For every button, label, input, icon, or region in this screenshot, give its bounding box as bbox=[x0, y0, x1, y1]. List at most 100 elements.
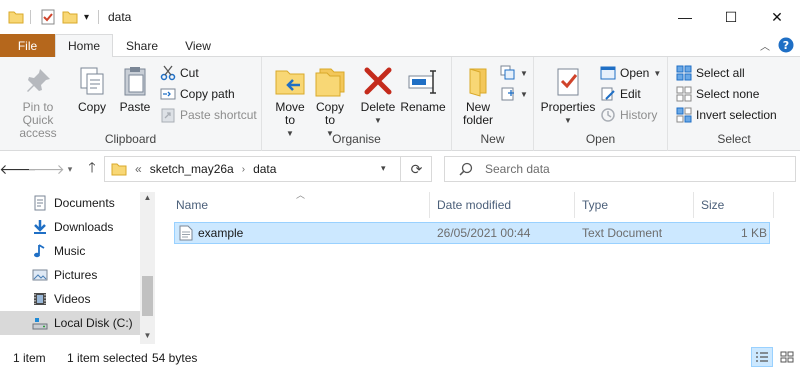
open-group: Properties ▼ Open ▼ Edit History Open bbox=[534, 57, 668, 151]
help-icon[interactable]: ? bbox=[778, 37, 794, 53]
up-arrow-icon[interactable]: 🡑 bbox=[82, 159, 102, 178]
search-box[interactable]: Search data bbox=[444, 156, 796, 182]
ribbon-tab-bar: File Home Share View ︿ ? bbox=[0, 34, 800, 58]
forward-arrow-icon[interactable]: 🡒 bbox=[27, 160, 65, 178]
music-icon bbox=[34, 244, 45, 258]
column-header-type[interactable]: Type bbox=[576, 192, 694, 218]
column-header-size[interactable]: Size bbox=[695, 192, 774, 218]
breadcrumb-data-folder[interactable]: data bbox=[253, 162, 276, 176]
delete-label: Delete bbox=[360, 100, 396, 114]
scrollbar-thumb[interactable] bbox=[142, 276, 153, 316]
nav-item-documents[interactable]: Documents bbox=[0, 191, 140, 215]
new-group: New folder ▼ ▼ New bbox=[452, 57, 534, 151]
table-row[interactable]: example 26/05/2021 00:44 Text Document 1… bbox=[174, 222, 770, 244]
nav-item-local-disk[interactable]: Local Disk (C:) bbox=[0, 311, 140, 335]
scissors-icon bbox=[160, 65, 176, 81]
select-all-button[interactable]: Select all bbox=[676, 63, 745, 83]
file-type: Text Document bbox=[582, 226, 663, 240]
move-to-button[interactable]: Move to ▼ bbox=[270, 65, 310, 140]
rename-label: Rename bbox=[400, 100, 446, 114]
copy-button[interactable]: Copy bbox=[74, 65, 110, 114]
back-arrow-icon[interactable]: 🡐 bbox=[0, 160, 37, 178]
refresh-button[interactable]: ⟳ bbox=[400, 156, 432, 182]
nav-item-label: Music bbox=[54, 244, 86, 258]
nav-item-music[interactable]: Music bbox=[0, 239, 140, 263]
customize-quick-access-chevron-icon[interactable]: ▾ bbox=[84, 8, 89, 26]
delete-x-icon bbox=[364, 67, 392, 95]
breadcrumb-overflow[interactable]: « bbox=[135, 162, 142, 176]
select-none-button[interactable]: Select none bbox=[676, 84, 759, 104]
pin-to-quick-access-button[interactable]: Pin to Quick access bbox=[6, 65, 70, 140]
svg-text:?: ? bbox=[783, 39, 789, 52]
new-folder-button[interactable]: New folder bbox=[460, 65, 496, 127]
properties-quick-icon[interactable] bbox=[40, 8, 56, 26]
close-button[interactable]: ✕ bbox=[754, 0, 800, 34]
organise-group-label: Organise bbox=[332, 132, 381, 146]
new-folder-label: New folder bbox=[462, 100, 494, 127]
recent-locations-chevron-icon[interactable]: ▾ bbox=[60, 160, 80, 178]
rename-button[interactable]: Rename bbox=[400, 65, 446, 114]
properties-label: Properties bbox=[540, 100, 596, 114]
title-separator bbox=[98, 10, 99, 24]
breadcrumb-sketch-folder[interactable]: sketch_may26a bbox=[150, 162, 234, 176]
select-none-label: Select none bbox=[696, 87, 760, 101]
search-placeholder: Search data bbox=[485, 162, 550, 176]
delete-button[interactable]: Delete ▼ bbox=[358, 65, 398, 127]
move-to-label: Move to bbox=[275, 100, 305, 127]
new-folder-quick-icon[interactable] bbox=[62, 8, 78, 26]
paste-shortcut-button[interactable]: Paste shortcut bbox=[160, 105, 257, 125]
tab-home[interactable]: Home bbox=[55, 34, 113, 58]
copy-to-label: Copy to bbox=[315, 100, 344, 127]
open-icon bbox=[600, 66, 616, 80]
details-view-button[interactable] bbox=[751, 347, 773, 367]
address-history-chevron-icon[interactable]: ▾ bbox=[381, 163, 386, 174]
navigation-bar: 🡐 🡒 ▾ 🡑 « sketch_may26a › data ▾ ⟳ Searc… bbox=[0, 151, 800, 187]
open-button[interactable]: Open ▼ bbox=[600, 63, 661, 83]
copy-to-button[interactable]: Copy to ▼ bbox=[312, 65, 348, 140]
properties-button[interactable]: Properties ▼ bbox=[540, 65, 596, 127]
easy-access-button[interactable]: ▼ bbox=[500, 84, 528, 104]
downloads-icon bbox=[34, 220, 46, 234]
chevron-down-icon: ▼ bbox=[374, 116, 382, 125]
tab-share[interactable]: Share bbox=[116, 34, 168, 57]
nav-item-pictures[interactable]: Pictures bbox=[0, 263, 140, 287]
maximize-button[interactable]: ☐ bbox=[708, 0, 754, 34]
new-item-button[interactable]: ▼ bbox=[500, 63, 528, 83]
tab-view[interactable]: View bbox=[172, 34, 224, 57]
navigation-scrollbar[interactable] bbox=[140, 192, 155, 344]
scroll-up-arrow-icon[interactable]: ▲ bbox=[140, 193, 155, 205]
nav-item-label: Downloads bbox=[54, 220, 114, 234]
large-icons-view-icon bbox=[780, 351, 794, 363]
folder-icon[interactable] bbox=[8, 8, 24, 26]
nav-item-downloads[interactable]: Downloads bbox=[0, 215, 140, 239]
cut-button[interactable]: Cut bbox=[160, 63, 199, 83]
folder-icon bbox=[111, 163, 127, 176]
copy-path-button[interactable]: Copy path bbox=[160, 84, 235, 104]
paste-shortcut-icon bbox=[161, 108, 175, 123]
pin-icon bbox=[27, 69, 50, 92]
open-label: Open bbox=[620, 66, 650, 80]
tab-file[interactable]: File bbox=[0, 34, 55, 57]
select-all-icon bbox=[676, 65, 692, 81]
chevron-down-icon: ▼ bbox=[520, 68, 528, 78]
minimize-ribbon-chevron-icon[interactable]: ︿ bbox=[760, 38, 770, 53]
search-icon bbox=[459, 162, 473, 176]
history-button[interactable]: History bbox=[600, 105, 657, 125]
address-bar[interactable]: « sketch_may26a › data ▾ bbox=[104, 156, 432, 182]
paste-button[interactable]: Paste bbox=[116, 65, 154, 114]
edit-button[interactable]: Edit bbox=[600, 84, 641, 104]
large-icons-view-button[interactable] bbox=[776, 347, 798, 367]
column-header-name[interactable]: Name bbox=[170, 192, 430, 218]
pictures-icon bbox=[32, 269, 48, 281]
breadcrumb-separator-icon[interactable]: › bbox=[242, 164, 245, 175]
paste-icon bbox=[124, 67, 146, 96]
documents-icon bbox=[34, 195, 46, 211]
scroll-down-arrow-icon[interactable]: ▼ bbox=[140, 331, 155, 343]
edit-icon bbox=[601, 87, 615, 101]
history-icon bbox=[601, 108, 615, 122]
minimize-button[interactable]: — bbox=[662, 0, 708, 34]
invert-selection-button[interactable]: Invert selection bbox=[676, 105, 777, 125]
refresh-icon: ⟳ bbox=[410, 160, 423, 177]
nav-item-videos[interactable]: Videos bbox=[0, 287, 140, 311]
column-header-date-modified[interactable]: Date modified bbox=[431, 192, 575, 218]
